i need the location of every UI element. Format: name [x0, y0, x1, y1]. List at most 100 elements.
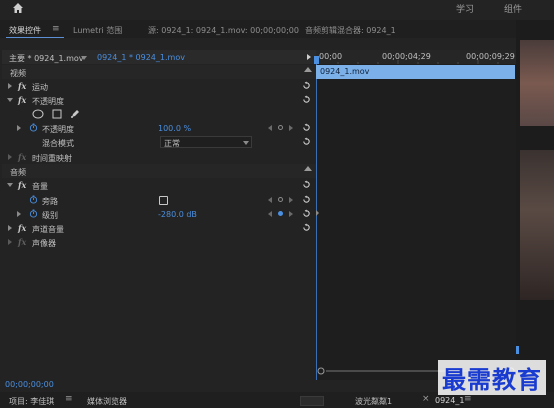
collapse-chevron-icon[interactable]: [7, 183, 13, 187]
workspace-tab-assembly[interactable]: 组件: [504, 2, 522, 15]
clip-header-row: 主要 * 0924_1.mov 0924_1 * 0924_1.mov: [2, 50, 316, 64]
panel-menu-icon[interactable]: ≡: [65, 394, 73, 404]
tab-timeline-2[interactable]: 0924_1: [435, 396, 464, 405]
prev-keyframe-icon[interactable]: [268, 197, 272, 203]
fx-toggle-icon[interactable]: fx: [18, 223, 26, 233]
reset-icon[interactable]: [302, 123, 311, 132]
rectangle-mask-icon[interactable]: [52, 109, 62, 119]
effect-row-opacity[interactable]: fx 不透明度: [2, 93, 316, 107]
opacity-label: 不透明度: [32, 97, 64, 106]
effect-row-motion[interactable]: fx 运动: [2, 79, 316, 93]
reset-icon[interactable]: [302, 209, 311, 218]
expand-chevron-icon[interactable]: [8, 83, 12, 89]
video-section-header: 视频: [2, 65, 316, 79]
next-keyframe-icon[interactable]: [289, 197, 293, 203]
stopwatch-icon[interactable]: [29, 195, 38, 204]
tab-lumetri-scopes[interactable]: Lumetri 范围: [73, 25, 122, 36]
add-keyframe-icon[interactable]: [278, 211, 283, 216]
expand-chevron-icon[interactable]: [17, 211, 21, 217]
tab-audio-clip-mixer[interactable]: 音频剪辑混合器: 0924_1: [305, 25, 396, 36]
tools-panel-icon[interactable]: [300, 396, 324, 406]
mask-tools-row: [2, 107, 316, 121]
program-video-frame: [520, 40, 554, 126]
volume-label: 音量: [32, 182, 48, 191]
prev-keyframe-icon[interactable]: [268, 211, 272, 217]
reset-icon[interactable]: [302, 180, 311, 189]
reset-icon[interactable]: [302, 223, 311, 232]
fx-toggle-icon[interactable]: fx: [18, 81, 26, 91]
reset-icon[interactable]: [302, 195, 311, 204]
status-row: 00;00;00;00: [2, 377, 316, 391]
fx-toggle-icon[interactable]: fx: [18, 180, 26, 190]
workspace-tab-learn[interactable]: 学习: [456, 2, 474, 15]
ruler-ticks: [317, 60, 499, 64]
master-clip-label[interactable]: 主要 * 0924_1.mov: [9, 53, 84, 64]
bypass-row: 旁路: [2, 193, 316, 207]
level-value[interactable]: -280.0 dB: [158, 210, 197, 219]
close-icon[interactable]: ×: [422, 394, 430, 404]
bypass-label: 旁路: [42, 197, 58, 206]
effect-row-channel-volume[interactable]: fx 声道音量: [2, 221, 316, 235]
opacity-property-row[interactable]: 不透明度 100.0 %: [2, 121, 316, 135]
playhead-marker[interactable]: [314, 56, 319, 64]
panel-menu-icon[interactable]: ≡: [464, 394, 472, 404]
collapse-up-icon[interactable]: [304, 166, 312, 171]
stopwatch-icon[interactable]: [29, 123, 38, 132]
time-remap-label: 时间重映射: [32, 154, 72, 163]
collapse-chevron-icon[interactable]: [7, 98, 13, 102]
opacity-prop-label: 不透明度: [42, 125, 74, 134]
time-ruler[interactable]: 00;00 00;00;04;29 00;00;09;29: [314, 50, 516, 64]
fx-toggle-icon: fx: [18, 237, 27, 247]
expand-chevron-icon[interactable]: [8, 225, 12, 231]
expand-chevron-icon[interactable]: [17, 125, 21, 131]
expand-chevron-icon[interactable]: [8, 239, 12, 245]
level-row[interactable]: 级别 -280.0 dB: [2, 207, 316, 221]
ellipse-mask-icon[interactable]: [32, 109, 44, 119]
clip-bar[interactable]: 0924_1.mov: [316, 65, 515, 79]
program-playhead[interactable]: [516, 346, 519, 354]
audio-section-label: 音频: [10, 168, 26, 177]
tab-source-monitor[interactable]: 源: 0924_1: 0924_1.mov: 00;00;00;00: [148, 25, 299, 36]
add-keyframe-icon[interactable]: [278, 197, 283, 202]
blend-mode-label: 混合模式: [42, 139, 74, 148]
blend-mode-select[interactable]: 正常: [160, 136, 252, 148]
sequence-clip-label[interactable]: 0924_1 * 0924_1.mov: [97, 53, 185, 62]
chevron-down-icon: [243, 141, 249, 145]
clip-bar-label: 0924_1.mov: [320, 67, 370, 76]
opacity-value[interactable]: 100.0 %: [158, 124, 191, 133]
collapse-up-icon[interactable]: [304, 67, 312, 72]
next-keyframe-icon[interactable]: [289, 125, 293, 131]
prev-keyframe-icon[interactable]: [268, 125, 272, 131]
workspace-bar: 学习 组件: [0, 0, 554, 16]
tab-project[interactable]: 项目: 李佳琪: [9, 396, 54, 407]
tab-timeline-1[interactable]: 波光粼粼1: [355, 396, 392, 407]
tab-effect-controls[interactable]: 效果控件: [9, 25, 41, 36]
expand-chevron-icon[interactable]: [8, 154, 12, 160]
play-clip-icon[interactable]: [307, 54, 311, 60]
effect-row-time-remap[interactable]: fx 时间重映射: [2, 150, 316, 164]
panel-resize-handle[interactable]: [316, 210, 319, 216]
reset-icon[interactable]: [302, 137, 311, 146]
add-keyframe-icon[interactable]: [278, 125, 283, 130]
reset-icon[interactable]: [302, 81, 311, 90]
pen-mask-icon[interactable]: [70, 108, 81, 119]
next-keyframe-icon[interactable]: [289, 211, 293, 217]
effect-row-panner[interactable]: fx 声像器: [2, 235, 316, 249]
current-timecode[interactable]: 00;00;00;00: [5, 380, 54, 389]
panner-label: 声像器: [32, 239, 56, 248]
fx-toggle-icon[interactable]: fx: [18, 95, 26, 105]
effect-row-volume[interactable]: fx 音量: [2, 178, 316, 192]
watermark-logo: 最需教育: [438, 360, 546, 395]
panel-menu-icon[interactable]: ≡: [52, 24, 60, 34]
effect-timeline-area[interactable]: [316, 50, 516, 380]
reset-icon[interactable]: [302, 95, 311, 104]
bypass-checkbox[interactable]: [159, 196, 168, 205]
motion-label: 运动: [32, 83, 48, 92]
fx-toggle-icon: fx: [18, 152, 27, 162]
home-icon[interactable]: [12, 2, 24, 14]
channel-volume-label: 声道音量: [32, 225, 64, 234]
stopwatch-icon[interactable]: [29, 209, 38, 218]
tab-media-browser[interactable]: 媒体浏览器: [87, 396, 127, 407]
blend-mode-value: 正常: [164, 139, 180, 148]
master-clip-chevron-icon[interactable]: [81, 56, 87, 60]
